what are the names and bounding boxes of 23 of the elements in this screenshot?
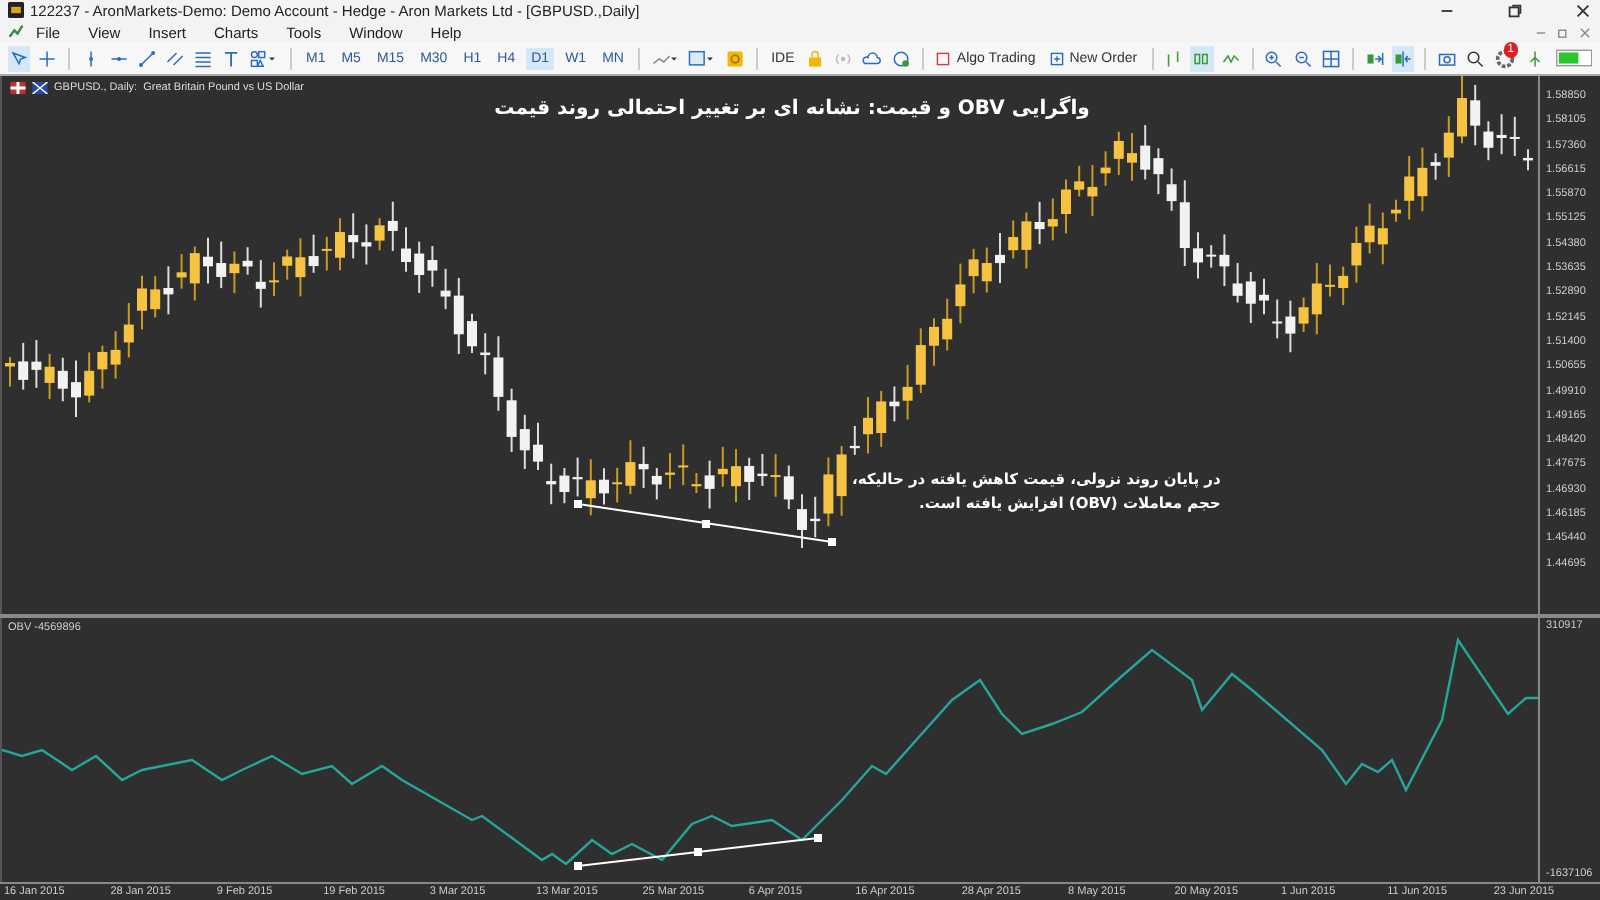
chart-title: واگرایی OBV و قیمت: نشانه ای بر تغییر احتمالی روند قیمت [492, 95, 1092, 122]
app-icon [8, 2, 24, 19]
trendline-icon[interactable] [136, 45, 159, 72]
search-icon[interactable] [1463, 45, 1486, 72]
trendline[interactable] [574, 499, 838, 548]
zoom-in-icon[interactable] [1262, 45, 1286, 72]
cursor-icon[interactable] [8, 45, 31, 72]
coin-icon[interactable] [723, 45, 746, 72]
template-icon[interactable] [686, 45, 718, 72]
chart-shift-icon[interactable] [1391, 45, 1414, 72]
candlestick-icon[interactable] [1190, 45, 1214, 72]
flag-icon [32, 81, 48, 94]
trendline[interactable] [574, 831, 826, 872]
crosshair-icon[interactable] [36, 45, 59, 72]
flag-icon [10, 81, 26, 94]
zoom-out-icon[interactable] [1291, 45, 1314, 72]
close-icon[interactable] [1574, 1, 1592, 20]
checkbox-icon [936, 51, 951, 66]
chart-menu-icon[interactable] [8, 24, 24, 41]
order-icon [1049, 51, 1064, 66]
grid-icon[interactable] [1319, 45, 1342, 72]
restore-icon[interactable] [1506, 1, 1524, 20]
shapes-icon[interactable] [248, 45, 280, 72]
